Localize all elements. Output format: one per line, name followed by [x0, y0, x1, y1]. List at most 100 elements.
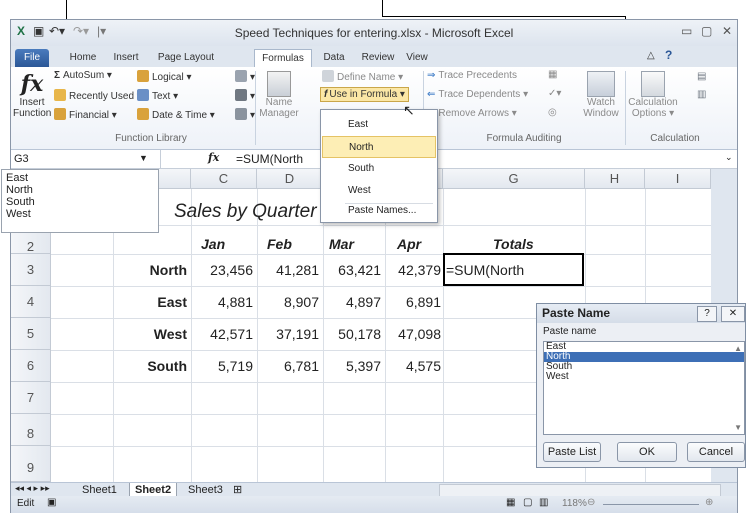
column-header-d[interactable]: D: [257, 169, 323, 189]
autosum-button[interactable]: Σ AutoSum ▾: [54, 70, 112, 81]
fx-button[interactable]: fx: [208, 151, 219, 164]
cell-south-apr[interactable]: 4,575: [385, 358, 441, 374]
close-button[interactable]: ✕: [722, 24, 732, 38]
tab-home[interactable]: Home: [63, 49, 103, 67]
ok-button[interactable]: OK: [617, 442, 677, 462]
help-icon[interactable]: ?: [665, 48, 672, 62]
define-name-button[interactable]: Define Name ▾: [322, 70, 403, 83]
logical-button[interactable]: Logical ▾: [137, 70, 192, 83]
cell-east-apr[interactable]: 6,891: [385, 294, 441, 310]
minimize-button[interactable]: ▭: [681, 24, 692, 38]
column-header-g[interactable]: G: [443, 169, 585, 189]
cell-west-feb[interactable]: 37,191: [257, 326, 319, 342]
paste-name-item-east[interactable]: East: [544, 342, 744, 352]
zoom-level[interactable]: 118%: [562, 498, 587, 509]
remove-arrows-button[interactable]: ↗Remove Arrows ▾: [427, 108, 517, 119]
zoom-out-icon[interactable]: ⊖: [587, 497, 595, 508]
cancel-button[interactable]: Cancel: [687, 442, 745, 462]
menu-item-paste-names[interactable]: Paste Names...: [322, 200, 436, 222]
row-header-5[interactable]: 5: [11, 318, 51, 350]
menu-item-south[interactable]: South: [322, 158, 436, 180]
calculation-options-button[interactable]: Calculation Options ▾: [627, 71, 679, 119]
row-header-7[interactable]: 7: [11, 382, 51, 414]
text-button[interactable]: Text ▾: [137, 89, 178, 102]
cell-south-jan[interactable]: 5,719: [191, 358, 253, 374]
row-header-9[interactable]: 9: [11, 446, 51, 482]
row-header-8[interactable]: 8: [11, 414, 51, 446]
calculate-now-icon[interactable]: ▤: [697, 71, 706, 82]
cell-north-mar[interactable]: 63,421: [323, 262, 381, 278]
math-button[interactable]: ▾: [235, 89, 255, 102]
trace-precedents-button[interactable]: ⇒ Trace Precedents: [427, 70, 517, 81]
error-checking-icon[interactable]: ✓▾: [548, 88, 561, 99]
tab-insert[interactable]: Insert: [105, 49, 147, 67]
evaluate-formula-icon[interactable]: ◎: [548, 107, 557, 118]
paste-name-item-south[interactable]: South: [544, 362, 744, 372]
cell-south-mar[interactable]: 5,397: [323, 358, 381, 374]
cell-east-jan[interactable]: 4,881: [191, 294, 253, 310]
maximize-button[interactable]: ▢: [701, 24, 712, 38]
row-header-3[interactable]: 3: [11, 254, 51, 286]
cell-north-jan[interactable]: 23,456: [191, 262, 253, 278]
sheet-nav-icon[interactable]: ◂◂ ◂ ▸ ▸▸: [15, 483, 50, 494]
name-box-dropdown-icon[interactable]: ▼: [139, 153, 148, 163]
cell-north-total[interactable]: =SUM(North: [446, 262, 524, 278]
name-manager-button[interactable]: Name Manager: [259, 71, 299, 119]
zoom-slider[interactable]: [603, 504, 699, 505]
insert-sheet-icon[interactable]: ⊞: [233, 483, 242, 496]
lookup-button[interactable]: ▾: [235, 70, 255, 83]
trace-dependents-button[interactable]: ⇐ Trace Dependents ▾: [427, 89, 528, 100]
zoom-in-icon[interactable]: ⊕: [705, 497, 713, 508]
menu-item-west[interactable]: West: [322, 180, 436, 202]
name-box-list-item[interactable]: South: [6, 196, 154, 208]
ribbon-collapse-icon[interactable]: △: [647, 50, 655, 61]
name-box-list-item[interactable]: East: [6, 172, 154, 184]
cell-south-feb[interactable]: 6,781: [257, 358, 319, 374]
cell-east-mar[interactable]: 4,897: [323, 294, 381, 310]
cell-west-jan[interactable]: 42,571: [191, 326, 253, 342]
column-header-h[interactable]: H: [585, 169, 645, 189]
name-box-list-item[interactable]: West: [6, 208, 154, 220]
date-time-button[interactable]: Date & Time ▾: [137, 108, 215, 121]
recently-used-button[interactable]: Recently Used ▾: [54, 89, 142, 102]
show-formulas-icon[interactable]: ▦: [548, 69, 557, 80]
watch-window-button[interactable]: Watch Window: [581, 71, 621, 119]
sheet-tab-3[interactable]: Sheet3: [183, 483, 228, 497]
cell-north-feb[interactable]: 41,281: [257, 262, 319, 278]
tab-data[interactable]: Data: [318, 49, 350, 67]
cell-west-mar[interactable]: 50,178: [323, 326, 381, 342]
page-layout-view-icon[interactable]: ▢: [523, 497, 532, 508]
paste-list-button[interactable]: Paste List: [543, 442, 601, 462]
cell-north-apr[interactable]: 42,379: [385, 262, 441, 278]
row-header-6[interactable]: 6: [11, 350, 51, 382]
menu-item-east[interactable]: East: [322, 114, 436, 136]
financial-button[interactable]: Financial ▾: [54, 108, 117, 121]
column-header-i[interactable]: I: [645, 169, 711, 189]
tab-page-layout[interactable]: Page Layout: [153, 49, 219, 67]
tab-view[interactable]: View: [401, 49, 433, 67]
dialog-help-button[interactable]: ?: [697, 306, 717, 322]
page-break-view-icon[interactable]: ▥: [539, 497, 548, 508]
use-in-formula-menu[interactable]: East North South West Paste Names... ↖: [320, 102, 438, 223]
column-header-c[interactable]: C: [191, 169, 257, 189]
name-box-list[interactable]: East North South West: [1, 169, 159, 233]
insert-function-button[interactable]: fx Insert Function: [13, 71, 51, 119]
listbox-scroll-up-icon[interactable]: ▲: [734, 344, 742, 353]
tab-review[interactable]: Review: [357, 49, 399, 67]
tab-file[interactable]: File: [15, 49, 49, 67]
cell-west-apr[interactable]: 47,098: [385, 326, 441, 342]
macro-record-icon[interactable]: ▣: [47, 497, 56, 508]
paste-name-item-west[interactable]: West: [544, 372, 744, 382]
paste-name-item-north[interactable]: North: [544, 352, 744, 362]
more-functions-button[interactable]: ▾: [235, 108, 255, 121]
paste-name-listbox[interactable]: East North South West ▲ ▼: [543, 341, 745, 435]
formula-input[interactable]: =SUM(North: [236, 152, 303, 166]
menu-item-north[interactable]: North: [322, 136, 436, 158]
calculate-sheet-icon[interactable]: ▥: [697, 89, 706, 100]
normal-view-icon[interactable]: ▦: [506, 497, 515, 508]
sheet-tab-1[interactable]: Sheet1: [77, 483, 122, 497]
listbox-scroll-down-icon[interactable]: ▼: [734, 423, 742, 432]
use-in-formula-button[interactable]: f Use in Formula ▾: [320, 87, 409, 102]
row-header-4[interactable]: 4: [11, 286, 51, 318]
dialog-close-button[interactable]: ✕: [721, 306, 745, 322]
